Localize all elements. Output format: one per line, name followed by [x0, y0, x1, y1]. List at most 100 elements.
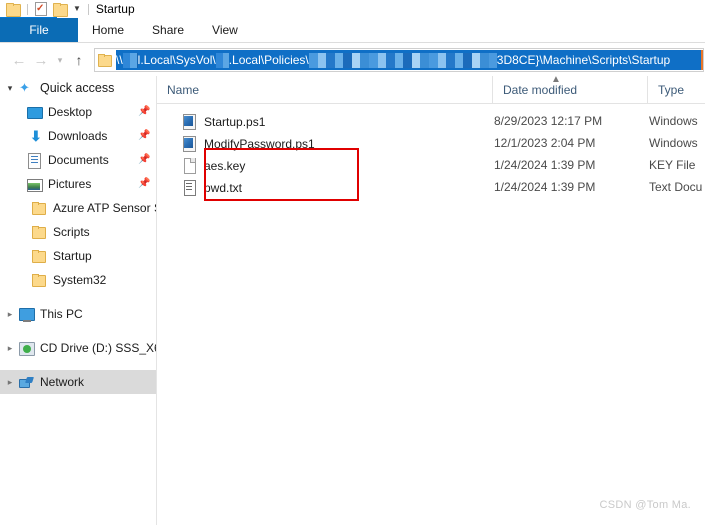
- sidebar-item-pictures[interactable]: Pictures 📌: [0, 172, 156, 196]
- sidebar-item-label: Azure ATP Sensor S: [53, 201, 156, 215]
- powershell-script-icon: [181, 135, 197, 152]
- sidebar-item-system32[interactable]: System32: [0, 268, 156, 292]
- tab-view[interactable]: View: [198, 18, 252, 42]
- computer-icon: [18, 306, 35, 322]
- desktop-icon: [26, 104, 43, 120]
- address-path-segment-3: 3D8CE}\Machine\Scripts\Startup: [496, 53, 671, 67]
- sidebar-item-scripts[interactable]: Scripts: [0, 220, 156, 244]
- sidebar-item-downloads[interactable]: ⬇ Downloads 📌: [0, 124, 156, 148]
- column-label: Type: [658, 82, 685, 97]
- recent-locations-button[interactable]: ▾: [52, 55, 68, 65]
- column-header-name[interactable]: Name: [157, 76, 337, 103]
- column-header-date-modified[interactable]: ▲ Date modified: [492, 76, 647, 103]
- column-label: Date modified: [503, 82, 578, 97]
- powershell-script-icon: [181, 113, 197, 130]
- checkmark-icon: ✓: [36, 3, 45, 14]
- sort-ascending-icon: ▲: [551, 76, 561, 85]
- sidebar-item-label: Scripts: [53, 225, 90, 239]
- folder-icon: [31, 200, 48, 216]
- file-date-modified: 1/24/2024 1:39 PM: [494, 158, 596, 172]
- file-explorer-window: ✓ ▼ Startup File Home Share View ← → ▾ ↑…: [0, 0, 705, 525]
- sidebar-item-label: Quick access: [40, 81, 115, 95]
- ribbon-tabs: File Home Share View: [0, 18, 705, 43]
- chevron-down-icon[interactable]: ▼: [73, 5, 81, 13]
- pin-icon[interactable]: 📌: [138, 154, 150, 165]
- file-name-cell: pwd.txt: [157, 178, 487, 197]
- table-row[interactable]: aes.key 1/24/2024 1:39 PM KEY File: [157, 156, 705, 175]
- file-name-cell: aes.key: [157, 156, 487, 175]
- file-date-modified: 8/29/2023 12:17 PM: [494, 114, 603, 128]
- file-name-cell: ModifyPassword.ps1: [157, 134, 487, 153]
- tab-share[interactable]: Share: [138, 18, 198, 42]
- address-path-segment-2: .Local\Policies\: [228, 53, 309, 67]
- file-type: Windows: [649, 114, 698, 128]
- folder-icon: [98, 54, 112, 67]
- forward-button[interactable]: →: [30, 53, 52, 68]
- sidebar-item-startup[interactable]: Startup: [0, 244, 156, 268]
- file-type: KEY File: [649, 158, 696, 172]
- file-date-modified: 12/1/2023 2:04 PM: [494, 136, 596, 150]
- pin-icon[interactable]: 📌: [138, 130, 150, 141]
- sidebar-item-cd-drive[interactable]: ▸ CD Drive (D:) SSS_X64: [0, 336, 156, 360]
- file-name-cell: Startup.ps1: [157, 112, 487, 131]
- window-title: Startup: [95, 2, 135, 16]
- properties-checkbox-icon[interactable]: ✓: [34, 2, 47, 16]
- pin-icon[interactable]: 📌: [138, 178, 150, 189]
- back-button[interactable]: ←: [8, 53, 30, 68]
- sidebar-item-label: Pictures: [48, 177, 92, 191]
- redacted-block-2: [215, 52, 229, 68]
- main-content: ▾ ✦ Quick access Desktop 📌 ⬇ Downloads 📌…: [0, 76, 705, 525]
- chevron-right-icon[interactable]: ▸: [2, 309, 18, 320]
- sidebar-item-label: Startup: [53, 249, 92, 263]
- file-type: Windows: [649, 136, 698, 150]
- new-folder-icon[interactable]: [53, 2, 68, 17]
- up-button[interactable]: ↑: [68, 53, 90, 67]
- pin-icon[interactable]: 📌: [138, 106, 150, 117]
- folder-icon[interactable]: [6, 2, 21, 17]
- blank-file-icon: [181, 157, 197, 174]
- text-cursor: [701, 50, 703, 70]
- address-bar[interactable]: \\ l.Local\SysVol\ .Local\Policies\ 3D8C…: [94, 48, 704, 72]
- folder-icon: [31, 224, 48, 240]
- address-path-selection[interactable]: \\ l.Local\SysVol\ .Local\Policies\ 3D8C…: [116, 50, 703, 70]
- pictures-icon: [26, 176, 43, 192]
- sidebar-item-documents[interactable]: Documents 📌: [0, 148, 156, 172]
- navigation-pane: ▾ ✦ Quick access Desktop 📌 ⬇ Downloads 📌…: [0, 76, 156, 525]
- redacted-block-1: [122, 52, 138, 68]
- sidebar-item-azure-atp-sensor[interactable]: Azure ATP Sensor S: [0, 196, 156, 220]
- tab-file[interactable]: File: [0, 18, 78, 42]
- column-header-type[interactable]: Type: [647, 76, 705, 103]
- file-name: pwd.txt: [204, 180, 243, 195]
- toolbar-divider-2: [87, 3, 89, 15]
- watermark: CSDN @Tom Ma.: [599, 499, 691, 511]
- sidebar-item-label: Network: [40, 375, 85, 389]
- folder-icon: [31, 272, 48, 288]
- file-name: ModifyPassword.ps1: [204, 136, 315, 151]
- chevron-right-icon[interactable]: ▸: [2, 343, 18, 354]
- table-row[interactable]: ModifyPassword.ps1 12/1/2023 2:04 PM Win…: [157, 134, 705, 153]
- sidebar-item-quick-access[interactable]: ▾ ✦ Quick access: [0, 76, 156, 100]
- sidebar-item-label: Downloads: [48, 129, 108, 143]
- text-file-icon: [181, 179, 197, 196]
- document-icon: [26, 152, 43, 169]
- sidebar-item-this-pc[interactable]: ▸ This PC: [0, 302, 156, 326]
- title-bar: ✓ ▼ Startup: [0, 0, 705, 18]
- file-name: aes.key: [204, 158, 246, 173]
- sidebar-item-label: Desktop: [48, 105, 93, 119]
- table-row[interactable]: pwd.txt 1/24/2024 1:39 PM Text Docu: [157, 178, 705, 197]
- address-path-segment-1: l.Local\SysVol\: [137, 53, 216, 67]
- sidebar-item-label: System32: [53, 273, 107, 287]
- sidebar-item-network[interactable]: ▸ Network: [0, 370, 156, 394]
- star-pin-icon: ✦: [19, 80, 30, 95]
- file-list-pane: Name ▲ Date modified Type Startup.ps1 8/…: [157, 76, 705, 525]
- table-row[interactable]: Startup.ps1 8/29/2023 12:17 PM Windows: [157, 112, 705, 131]
- address-bar-row: ← → ▾ ↑ \\ l.Local\SysVol\ .Local\Polici…: [0, 44, 705, 76]
- chevron-right-icon[interactable]: ▸: [2, 377, 18, 388]
- sidebar-item-desktop[interactable]: Desktop 📌: [0, 100, 156, 124]
- tab-home[interactable]: Home: [78, 18, 138, 42]
- chevron-down-icon[interactable]: ▾: [2, 83, 18, 94]
- redacted-block-3: [308, 52, 497, 68]
- cd-drive-icon: [18, 340, 35, 356]
- column-header-row: Name ▲ Date modified Type: [157, 76, 705, 104]
- toolbar-divider: [27, 3, 28, 15]
